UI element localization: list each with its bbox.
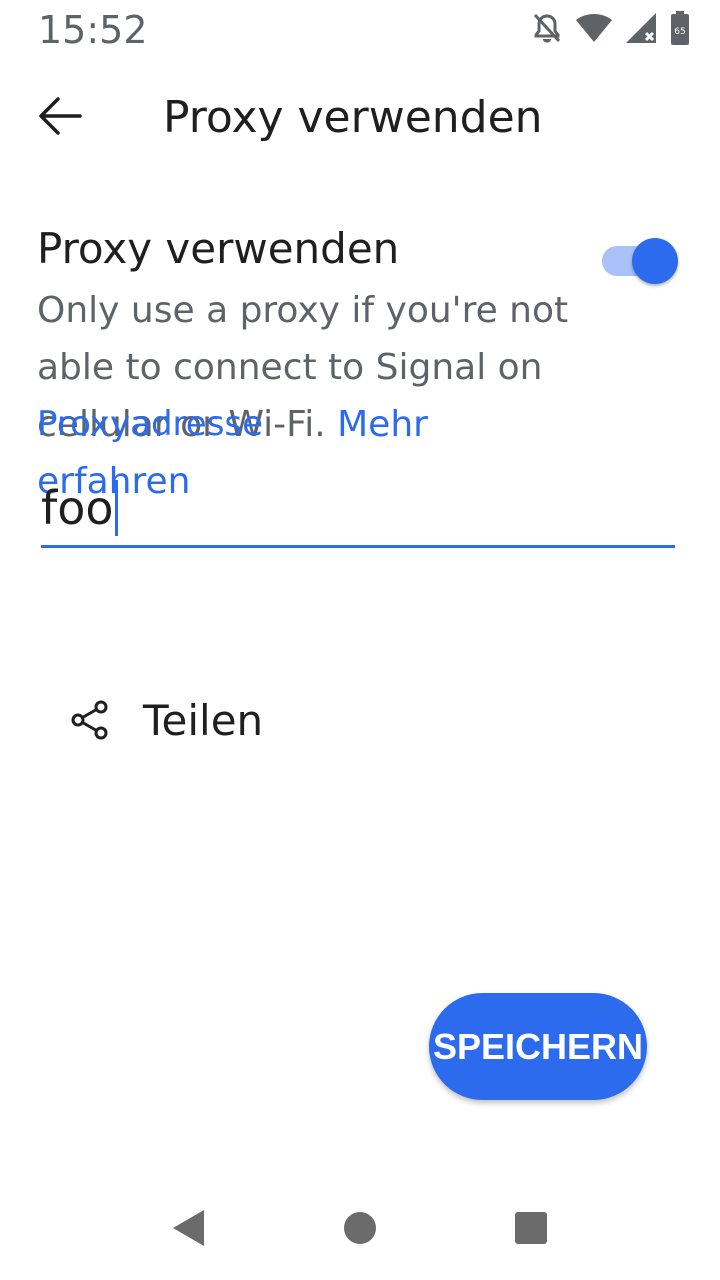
text-caret [115, 480, 119, 536]
save-button[interactable]: SPEICHERN [429, 993, 647, 1100]
proxy-address-label: Proxyadresse [37, 404, 264, 444]
share-label: Teilen [143, 696, 264, 745]
signal-icon [626, 13, 656, 43]
status-time: 15:52 [38, 8, 148, 52]
back-button[interactable] [28, 90, 92, 146]
arrow-left-icon [38, 96, 82, 141]
svg-text:65: 65 [674, 27, 685, 37]
bell-off-icon [532, 12, 562, 44]
nav-recents-button[interactable] [503, 1202, 559, 1258]
share-icon [70, 700, 110, 740]
field-underline [41, 545, 675, 548]
proxy-switch[interactable] [602, 232, 678, 288]
battery-icon: 65 [670, 11, 690, 45]
proxy-address-field[interactable]: Proxyadresse foo [37, 396, 677, 556]
proxy-address-input[interactable]: foo [41, 480, 119, 536]
page-title: Proxy verwenden [163, 92, 543, 143]
home-circle-icon [343, 1211, 377, 1250]
status-bar: 15:52 65 [0, 0, 720, 60]
proxy-settings-screen: 15:52 65 Proxy verwenden Proxy verwenden… [0, 0, 720, 1280]
share-button[interactable]: Teilen [40, 672, 460, 768]
proxy-address-value: foo [41, 481, 114, 535]
status-icons: 65 [532, 10, 690, 46]
switch-thumb [632, 238, 678, 284]
recents-square-icon [514, 1211, 548, 1250]
nav-home-button[interactable] [332, 1202, 388, 1258]
nav-back-button[interactable] [160, 1202, 216, 1258]
proxy-toggle-title: Proxy verwenden [37, 224, 400, 273]
wifi-icon [576, 14, 612, 42]
back-triangle-icon [170, 1208, 206, 1253]
app-bar: Proxy verwenden [0, 70, 720, 166]
navigation-bar [0, 1176, 720, 1280]
